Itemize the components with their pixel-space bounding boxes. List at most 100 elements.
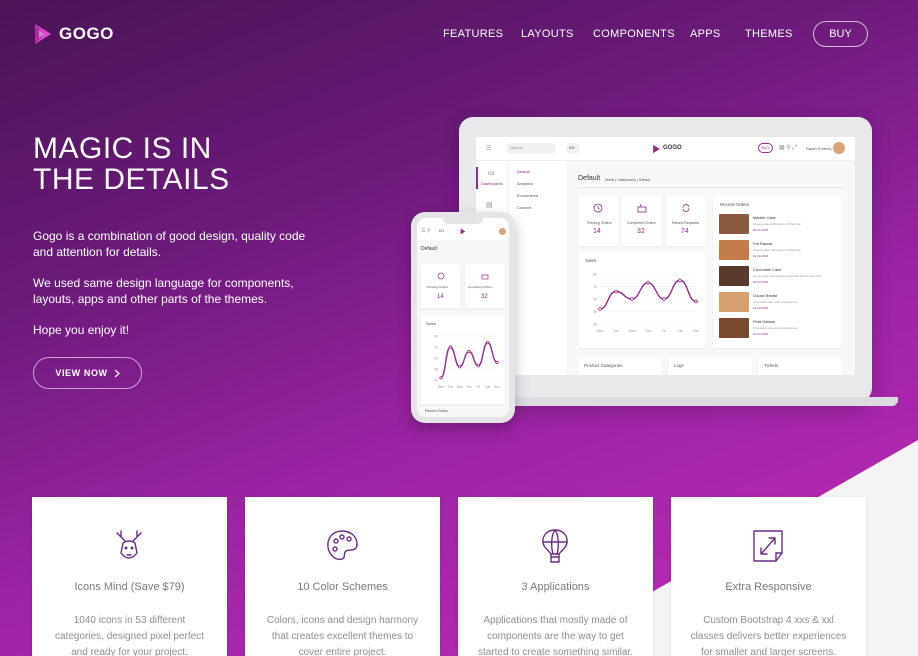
chart-y-tick: 40 — [593, 323, 597, 327]
chevron-right-icon — [114, 369, 120, 377]
clock-icon — [593, 203, 603, 213]
nav-themes[interactable]: THEMES — [745, 28, 793, 40]
order-date: 25.03.2018 — [753, 280, 769, 284]
order-row: Chocolate Cake Homemade cheesecake with f… — [719, 266, 837, 288]
chart-x-tick: Mon — [438, 385, 444, 389]
chart-x-tick: Thu — [466, 385, 472, 389]
phone-lang: EN — [439, 229, 444, 233]
mock-user: Sarah Kortney — [806, 146, 832, 151]
chart-y-tick: 70 — [434, 346, 438, 350]
feature-description: 1040 icons in 53 different categories, d… — [55, 615, 204, 656]
order-name: Petit Gâteau — [753, 319, 776, 324]
phone-stat-value: 14 — [437, 294, 444, 300]
mock-bottom-card: Tickets — [758, 357, 842, 375]
sales-point — [662, 297, 666, 301]
brand-name: GOGO — [59, 24, 114, 43]
order-description: Cheesecake with layers of Marzipan — [753, 248, 802, 252]
feature-card: Extra Responsive Custom Bootstrap 4 xxs … — [671, 497, 866, 656]
mock-stat-label: Pending Orders — [587, 221, 612, 225]
logo-icon — [35, 24, 51, 44]
mock-page-title: Default — [578, 175, 601, 182]
phone-stat-label: Completed Orders — [468, 285, 493, 289]
buy-button[interactable]: BUY — [813, 21, 868, 47]
phone-topbar: ☰ ⚲ EN — [417, 218, 509, 240]
order-thumbnail — [719, 240, 749, 260]
mock-icons: ▦ ⚲ ⤢ — [779, 145, 798, 151]
phone-sales-title: Sales — [426, 321, 437, 326]
chart-x-tick: Fri — [476, 385, 480, 389]
order-row: Petit Gâteau Chocolate cake with mascarpo… — [719, 318, 837, 340]
sales-point — [630, 297, 634, 301]
mock-breadcrumb: Home | Dashboards | Default — [605, 178, 651, 182]
nav-components[interactable]: COMPONENTS — [593, 28, 675, 40]
hero-title-line1: MAGIC IS IN — [33, 132, 212, 165]
order-description: Chocolate cake with mascarpone — [753, 300, 798, 304]
hero-paragraph-2: We used same design language for compone… — [33, 276, 294, 306]
mock-sub-content: Content — [517, 205, 532, 210]
refresh-icon — [682, 204, 690, 212]
mock-sub-default: Default — [517, 169, 530, 174]
chart-x-tick: Thu — [645, 329, 651, 333]
feature-description: Custom Bootstrap 4 xxs & xxl classes del… — [690, 615, 847, 656]
feature-card: 3 Applications Applications that mostly … — [458, 497, 653, 656]
chart-x-tick: Sat — [485, 385, 490, 389]
mock-subsidebar: Default Analytics Ecommerce Content — [508, 161, 566, 375]
clock-icon — [437, 272, 445, 280]
mock-recent-orders: Recent Orders Marble Cake Cheesecake with… — [713, 196, 842, 348]
mock-sales-card: Sales 80 70 60 50 40 Mon Tue Wed Thu Fri Sat Sun — [578, 252, 706, 348]
feature-title: Extra Responsive — [725, 581, 812, 593]
nav-layouts[interactable]: LAYOUTS — [521, 28, 574, 40]
chart-x-tick: Sun — [693, 329, 699, 333]
phone-recent-orders: Recent Orders — [425, 409, 448, 413]
hero-paragraph-3: Hope you enjoy it! — [33, 323, 130, 337]
order-row: Fat Rascal Cheesecake with layers of Marz… — [719, 240, 837, 262]
phone-menu-icon: ☰ ⚲ — [421, 228, 431, 234]
mock-sidebar-dashboards: ▭ Dashboards — [476, 167, 508, 189]
phone-notch — [443, 218, 483, 224]
view-now-button[interactable]: VIEW NOW — [33, 357, 142, 389]
phone-stat-card: Pending Orders 14 — [421, 264, 461, 308]
menu-icon: ☰ — [486, 146, 492, 152]
dashboard-icon: ▭ — [488, 170, 495, 177]
chart-y-tick: 50 — [434, 368, 438, 372]
sales-point — [614, 289, 618, 294]
phone-avatar — [499, 228, 506, 235]
chart-x-tick: Wed — [628, 329, 635, 333]
phone-sales-line-chart: 80 70 60 50 40Mon Tue Wed Thu Fri Sat Sun — [434, 335, 500, 390]
chart-x-tick: Wed — [456, 385, 463, 389]
basket-icon — [481, 274, 489, 280]
feature-description: Applications that mostly made of compone… — [477, 615, 634, 656]
mock-lang-label: EN — [569, 145, 575, 150]
mock-stat-card: Pending Orders 14 — [578, 196, 618, 246]
order-date: 01.04.2018 — [753, 254, 769, 258]
phone-screen: ☰ ⚲ EN Default Pending Orders 14 Complet… — [417, 218, 509, 417]
feature-title: 3 Applications — [521, 581, 590, 593]
order-name: Goose Breast — [753, 293, 778, 298]
mock-avatar — [833, 142, 845, 154]
order-thumbnail — [719, 214, 749, 234]
hot-air-balloon-icon — [542, 529, 568, 563]
sales-line-chart: 80 70 60 50 40Mon Tue Wed Thu Fri Sat Sun — [593, 273, 699, 334]
logo[interactable]: GOGO — [33, 22, 114, 46]
chart-y-tick: 80 — [434, 335, 438, 339]
nav-features[interactable]: FEATURES — [443, 28, 503, 40]
feature-description: Colors, icons and design harmony that cr… — [266, 615, 419, 656]
mock-stat-value: 14 — [593, 228, 601, 235]
phone-mockup: ☰ ⚲ EN Default Pending Orders 14 Complet… — [411, 212, 515, 423]
feature-title: Icons Mind (Save $79) — [74, 581, 185, 593]
mock-logs: Logs — [674, 363, 684, 368]
order-row: Marble Cake Cheesecake with layers of Mar… — [719, 214, 837, 236]
mock-bottom-card: Product Categories — [578, 357, 662, 375]
order-description: Homemade cheesecake with fresh berries a… — [753, 274, 822, 278]
order-description: Chocolate cake with mascarpone — [753, 326, 798, 330]
mock-search-placeholder: Search — [510, 145, 523, 150]
order-name: Marble Cake — [753, 215, 776, 220]
mock-stat-label: Refund Requests — [672, 221, 700, 225]
mock-bottom-card: Logs — [668, 357, 752, 375]
top-nav: GOGO FEATURES LAYOUTS COMPONENTS APPS TH… — [0, 0, 918, 70]
nav-apps[interactable]: APPS — [690, 28, 721, 40]
chart-x-tick: Sat — [677, 329, 682, 333]
chart-x-tick: Sun — [494, 385, 500, 389]
hero-title: MAGIC IS IN THE DETAILS — [33, 133, 230, 195]
order-date: 14.03.2018 — [753, 332, 769, 336]
